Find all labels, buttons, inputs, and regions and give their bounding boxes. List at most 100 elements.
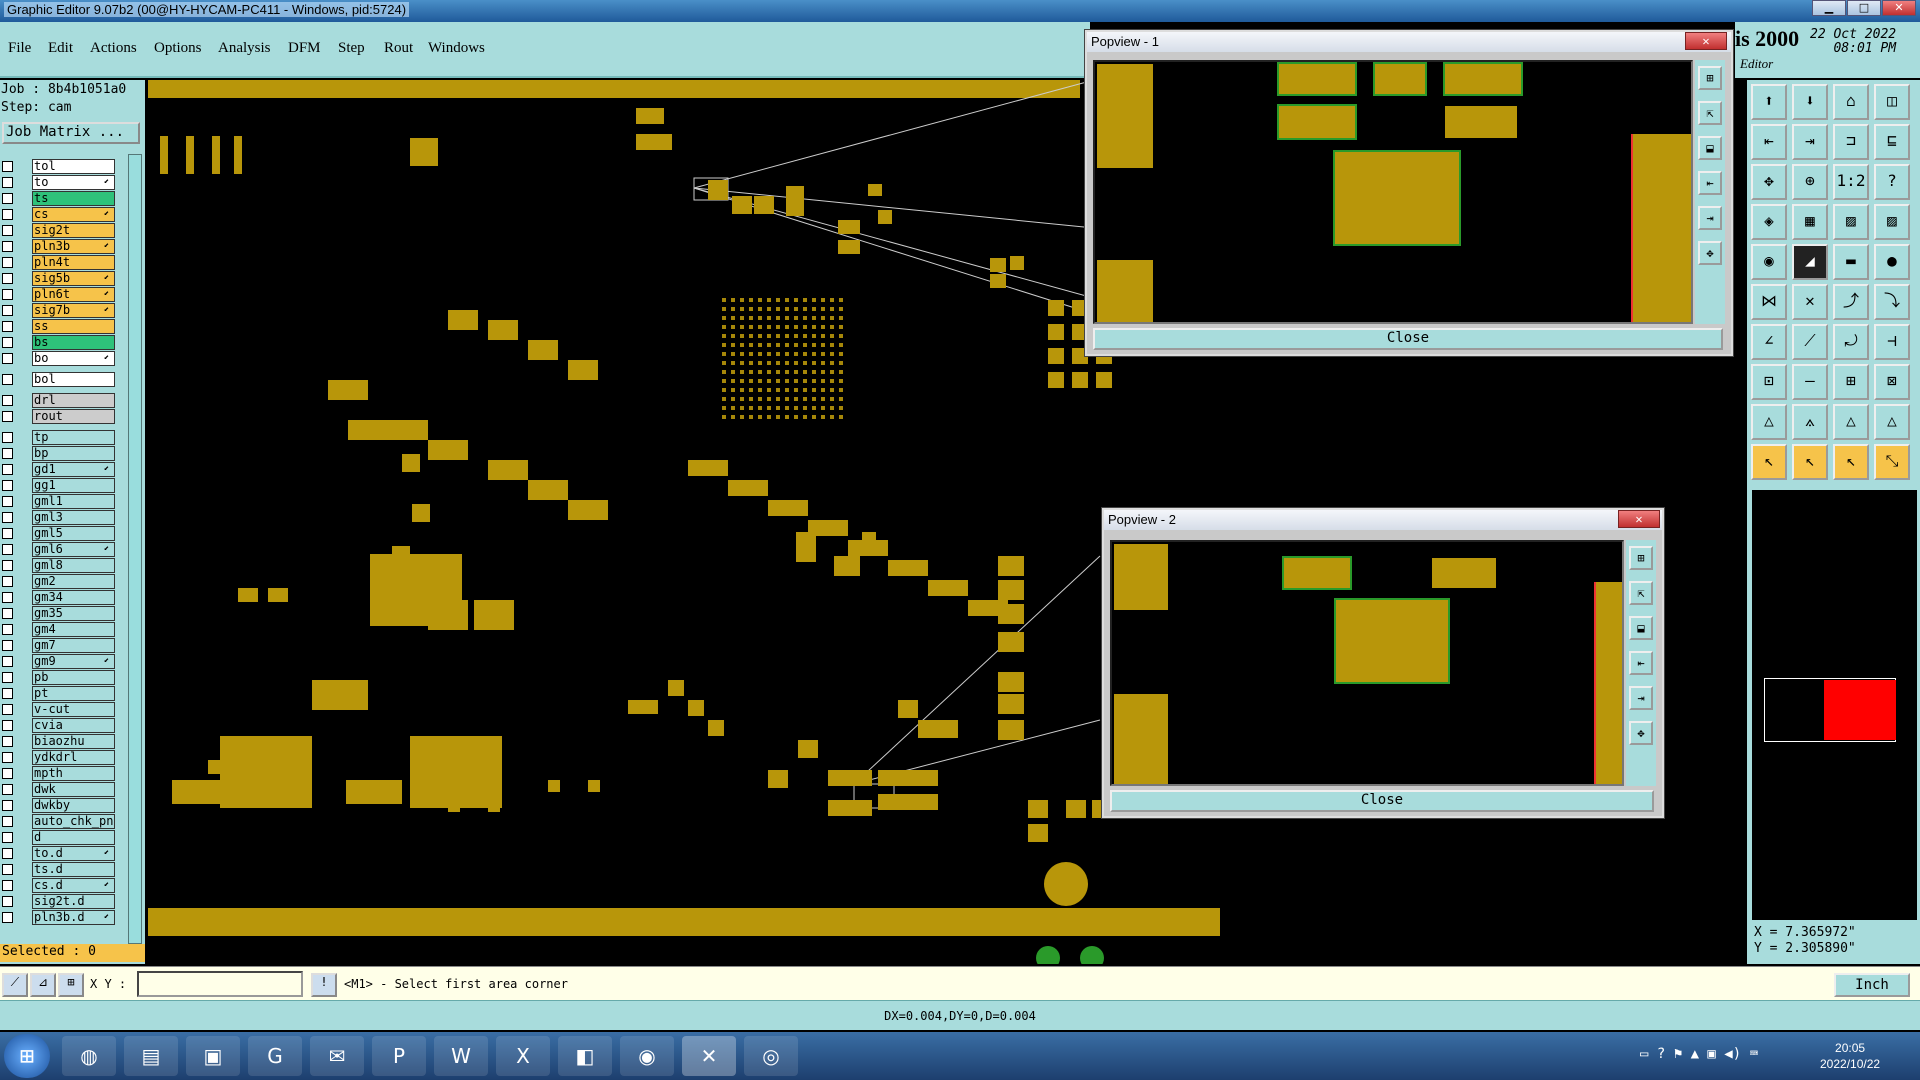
- layer-checkbox[interactable]: [2, 655, 13, 667]
- window-icon[interactable]: ◫: [1874, 84, 1910, 120]
- unit-select[interactable]: Inch: [1834, 973, 1910, 997]
- layer-checkbox[interactable]: [2, 735, 13, 747]
- layer-name[interactable]: bo: [32, 350, 115, 366]
- dash-icon[interactable]: —: [1792, 364, 1828, 400]
- layer-checkbox[interactable]: [2, 176, 13, 188]
- layer-row[interactable]: cs ⬋: [0, 206, 118, 222]
- fill-icon[interactable]: ▨: [1833, 204, 1869, 240]
- layer-checkbox[interactable]: [2, 495, 13, 507]
- layer-checkbox[interactable]: [2, 671, 13, 683]
- layer-name[interactable]: pln4t: [32, 254, 115, 270]
- diagonal-icon[interactable]: ⟋: [1792, 324, 1828, 360]
- popview-2-viewport[interactable]: [1110, 540, 1624, 786]
- layer-row[interactable]: dwkby: [0, 797, 118, 813]
- layer-row[interactable]: tol: [0, 158, 118, 174]
- layer-row[interactable]: pln3b.d ⬋: [0, 909, 118, 925]
- layer-name[interactable]: cs: [32, 206, 115, 222]
- layer-row[interactable]: gg1: [0, 477, 118, 493]
- layer-row[interactable]: bs: [0, 334, 118, 350]
- layer-scrollbar[interactable]: [128, 154, 142, 944]
- menu-actions[interactable]: Actions: [90, 40, 137, 57]
- popview-pan-icon[interactable]: ⇱: [1698, 101, 1722, 125]
- layer-checkbox[interactable]: [2, 687, 13, 699]
- layer-row[interactable]: mpth: [0, 765, 118, 781]
- box-icon[interactable]: ⊡: [1751, 364, 1787, 400]
- layer-checkbox[interactable]: [2, 463, 13, 475]
- taskbar-app-notepad-icon[interactable]: ▤: [124, 1036, 178, 1076]
- layer-checkbox[interactable]: [2, 352, 13, 364]
- plus-box-icon[interactable]: ⊞: [1833, 364, 1869, 400]
- rotate-icon[interactable]: ⤾: [1833, 324, 1869, 360]
- layer-checkbox[interactable]: [2, 192, 13, 204]
- layer-row[interactable]: rout: [0, 408, 118, 424]
- layer-checkbox[interactable]: [2, 639, 13, 651]
- align-right-icon[interactable]: ⇥: [1792, 124, 1828, 160]
- layer-checkbox[interactable]: [2, 879, 13, 891]
- arc-up-icon[interactable]: ⤴: [1833, 284, 1869, 320]
- layer-name[interactable]: gm2: [32, 573, 115, 589]
- layer-name[interactable]: to: [32, 174, 115, 190]
- layer-checkbox[interactable]: [2, 224, 13, 236]
- popview-expand-icon[interactable]: ✥: [1629, 721, 1653, 745]
- layer-checkbox[interactable]: [2, 751, 13, 763]
- layer-checkbox[interactable]: [2, 208, 13, 220]
- layer-row[interactable]: gml8: [0, 557, 118, 573]
- popview-zoom-icon[interactable]: ⊞: [1698, 66, 1722, 90]
- layer-name[interactable]: ydkdrl: [32, 749, 115, 765]
- layer-name[interactable]: mpth: [32, 765, 115, 781]
- popview-fit-icon[interactable]: ⬓: [1698, 136, 1722, 160]
- layer-checkbox[interactable]: [2, 607, 13, 619]
- taskbar-app-save-icon[interactable]: ▣: [186, 1036, 240, 1076]
- layer-checkbox[interactable]: [2, 911, 13, 923]
- layer-row[interactable]: auto_chk_pn: [0, 813, 118, 829]
- layer-name[interactable]: biaozhu: [32, 733, 115, 749]
- layer-checkbox[interactable]: [2, 336, 13, 348]
- taskbar-app-shell-icon[interactable]: ◍: [62, 1036, 116, 1076]
- home-icon[interactable]: ⌂: [1833, 84, 1869, 120]
- move-up-icon[interactable]: ⬆: [1751, 84, 1787, 120]
- line-icon[interactable]: ▬: [1833, 244, 1869, 280]
- layer-checkbox[interactable]: [2, 527, 13, 539]
- popview-right-icon[interactable]: ⇥: [1629, 686, 1653, 710]
- layer-checkbox[interactable]: [2, 256, 13, 268]
- alert-icon[interactable]: !: [311, 973, 337, 997]
- layer-name[interactable]: dwk: [32, 781, 115, 797]
- layer-row[interactable]: pln6t ⬋: [0, 286, 118, 302]
- layer-row[interactable]: pln4t: [0, 254, 118, 270]
- layer-name[interactable]: gml1: [32, 493, 115, 509]
- layer-checkbox[interactable]: [2, 719, 13, 731]
- start-button[interactable]: ⊞: [4, 1034, 50, 1078]
- zoom-in-icon[interactable]: ⊕: [1792, 164, 1828, 200]
- layer-checkbox[interactable]: [2, 847, 13, 859]
- popview-2-close-button[interactable]: Close: [1110, 790, 1654, 812]
- layer-name[interactable]: sig5b: [32, 270, 115, 286]
- layer-row[interactable]: ydkdrl: [0, 749, 118, 765]
- layer-name[interactable]: pt: [32, 685, 115, 701]
- grid-icon[interactable]: ▦: [1792, 204, 1828, 240]
- popview-1-viewport[interactable]: [1093, 60, 1693, 324]
- triangle-icon[interactable]: △: [1751, 404, 1787, 440]
- xy-input[interactable]: [137, 971, 303, 997]
- popview-right-icon[interactable]: ⇥: [1698, 206, 1722, 230]
- layer-row[interactable]: drl: [0, 392, 118, 408]
- layer-name[interactable]: ss: [32, 318, 115, 334]
- pad-icon[interactable]: ◉: [1751, 244, 1787, 280]
- layer-name[interactable]: gd1: [32, 461, 115, 477]
- scale-icon[interactable]: 1:2: [1833, 164, 1869, 200]
- layer-checkbox[interactable]: [2, 895, 13, 907]
- layer-checkbox[interactable]: [2, 783, 13, 795]
- layer-name[interactable]: rout: [32, 408, 115, 424]
- layer-row[interactable]: cvia: [0, 717, 118, 733]
- layer-checkbox[interactable]: [2, 831, 13, 843]
- layer-row[interactable]: d: [0, 829, 118, 845]
- triangle-icon[interactable]: △: [1833, 404, 1869, 440]
- taskbar-app-excel-icon[interactable]: X: [496, 1036, 550, 1076]
- bracket-icon[interactable]: ⊣: [1874, 324, 1910, 360]
- layer-row[interactable]: gml1: [0, 493, 118, 509]
- menu-rout[interactable]: Rout: [384, 40, 413, 57]
- system-tray-icons[interactable]: ▭ ? ⚑ ▲ ▣ ◀) ⌨: [1640, 1046, 1758, 1062]
- layer-name[interactable]: dwkby: [32, 797, 115, 813]
- layer-row[interactable]: gm4: [0, 621, 118, 637]
- layer-name[interactable]: bp: [32, 445, 115, 461]
- layer-row[interactable]: ts: [0, 190, 118, 206]
